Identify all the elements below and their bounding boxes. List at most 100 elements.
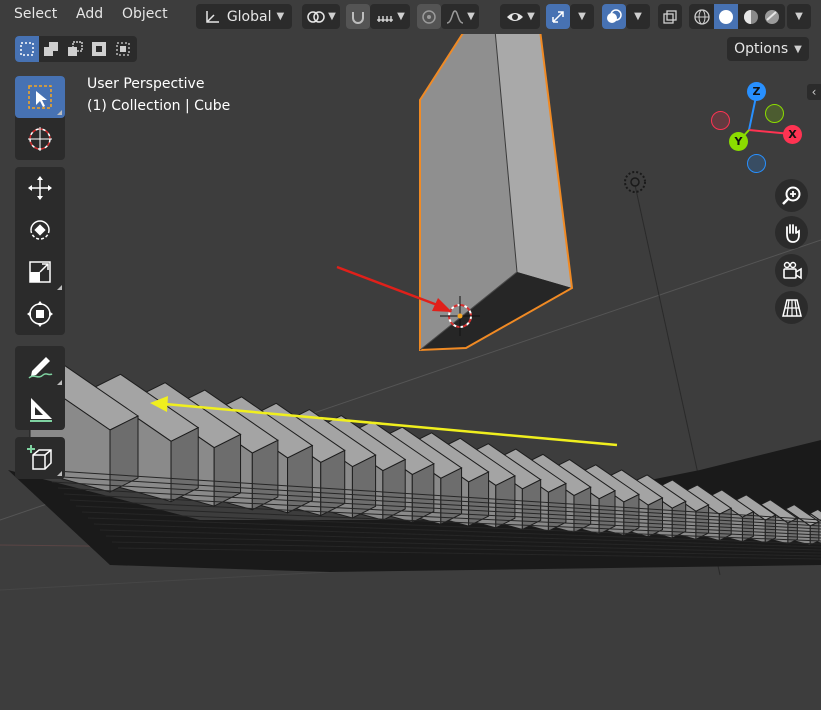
gizmo-x-axis[interactable]: X: [783, 125, 802, 144]
orthographic-toggle-button[interactable]: [775, 291, 808, 324]
domino-face: [573, 486, 592, 534]
select-new-icon: [20, 42, 34, 56]
snap-increment-icon: [377, 15, 394, 22]
solid-shading-icon: [719, 9, 734, 24]
overlays-icon: [607, 8, 622, 23]
chevron-down-icon: ▼: [328, 11, 336, 22]
transform-orientation-dropdown[interactable]: Global ▼: [196, 4, 292, 29]
xray-icon: [663, 9, 677, 24]
options-dropdown[interactable]: Options ▼: [727, 37, 809, 61]
select-extend-button[interactable]: [39, 36, 63, 62]
cursor-icon: [28, 127, 52, 151]
overlays-toggle[interactable]: [602, 4, 626, 29]
domino-face: [598, 490, 616, 535]
shading-mode-group: [689, 4, 785, 29]
proportional-editing-icon: [422, 9, 436, 24]
gizmo-toggle[interactable]: [546, 4, 570, 29]
gizmo-neg-y-axis[interactable]: [765, 104, 784, 123]
gizmo-icon: [552, 10, 564, 23]
measure-tool[interactable]: [15, 388, 65, 430]
select-new-button[interactable]: [15, 36, 39, 62]
domino-face: [287, 444, 313, 514]
chevron-down-icon: ▼: [397, 11, 405, 22]
overlays-dropdown[interactable]: ▼: [626, 4, 650, 29]
scale-icon: [29, 261, 51, 283]
select-subtract-button[interactable]: [63, 36, 87, 62]
cursor-tool[interactable]: [15, 118, 65, 160]
snap-toggle[interactable]: [346, 4, 370, 29]
snap-target-dropdown[interactable]: ▼: [370, 4, 410, 29]
select-intersect-button[interactable]: [111, 36, 135, 62]
orientation-axes-icon: [206, 10, 219, 23]
annotate-pencil-icon: [28, 357, 53, 379]
domino-face: [741, 510, 755, 543]
navigation-gizmo[interactable]: Z Y X: [705, 80, 805, 180]
select-box-icon: [28, 85, 52, 109]
falloff-dropdown[interactable]: ▼: [441, 4, 479, 29]
measure-ruler-icon: [30, 398, 52, 422]
move-icon: [28, 176, 52, 200]
shading-dropdown[interactable]: ▼: [787, 4, 811, 29]
gizmo-y-axis[interactable]: Y: [729, 132, 748, 151]
gizmo-neg-z-axis[interactable]: [747, 154, 766, 173]
options-label: Options: [734, 41, 789, 57]
chevron-down-icon: ▼: [634, 11, 642, 22]
rendered-shading-icon[interactable]: [763, 8, 781, 26]
eye-icon: [507, 12, 524, 21]
visibility-dropdown[interactable]: ▼: [500, 4, 540, 29]
chevron-down-icon: ▼: [527, 11, 535, 22]
domino-face: [320, 449, 346, 517]
selection-mode-group: [15, 36, 137, 62]
add-cube-tool[interactable]: [15, 437, 65, 479]
scale-tool[interactable]: [15, 251, 65, 293]
material-preview-icon[interactable]: [742, 8, 760, 26]
chevron-down-icon: ▼: [578, 11, 586, 22]
orientation-label: Global: [226, 8, 272, 25]
camera-icon: [782, 261, 802, 279]
chevron-down-icon: ▼: [795, 11, 803, 22]
rotate-icon: [30, 220, 50, 240]
camera-view-button[interactable]: [775, 254, 808, 287]
select-extend-icon: [44, 42, 58, 56]
pan-button[interactable]: [775, 216, 808, 249]
grid-perspective-icon: [781, 298, 802, 317]
gizmo-dropdown[interactable]: ▼: [570, 4, 594, 29]
selected-cube: [419, 29, 574, 352]
solid-shading-button[interactable]: [714, 4, 739, 29]
add-menu[interactable]: Add: [76, 6, 103, 22]
xray-toggle[interactable]: [658, 4, 682, 29]
falloff-curve-icon: [446, 9, 464, 24]
magnet-icon: [352, 11, 364, 24]
gizmo-neg-x-axis[interactable]: [711, 111, 730, 130]
chevron-down-icon: ▼: [467, 11, 475, 22]
transform-tool[interactable]: [15, 293, 65, 335]
toolbar-transform-group: [15, 167, 65, 335]
domino-face: [411, 462, 435, 524]
gizmo-z-axis[interactable]: Z: [747, 82, 766, 101]
rotate-tool[interactable]: [15, 209, 65, 251]
zoom-magnifier-icon: [781, 186, 800, 205]
3d-viewport[interactable]: Select Add Object Global ▼ ▼ ▼ ▼ ▼ ▼ ▼ ▼…: [0, 0, 821, 710]
move-tool[interactable]: [15, 167, 65, 209]
view-name-label: User Perspective: [87, 76, 205, 92]
pivot-point-dropdown[interactable]: ▼: [302, 4, 340, 29]
select-menu[interactable]: Select: [14, 6, 57, 22]
light-icon: [624, 171, 646, 193]
pivot-icon: [307, 10, 325, 23]
wireframe-shading-icon[interactable]: [693, 8, 711, 26]
select-invert-button[interactable]: [87, 36, 111, 62]
select-intersect-icon: [116, 42, 130, 56]
zoom-button[interactable]: [775, 179, 808, 212]
proportional-editing-toggle[interactable]: [417, 4, 441, 29]
transform-icon: [27, 301, 53, 327]
toolbar-annotate-group: [15, 346, 65, 430]
annotate-tool[interactable]: [15, 346, 65, 388]
select-box-tool[interactable]: [15, 76, 65, 118]
viewport-header: Select Add Object Global ▼ ▼ ▼ ▼ ▼ ▼ ▼ ▼: [0, 0, 821, 34]
chevron-down-icon: ▼: [794, 43, 802, 55]
chevron-down-icon: ▼: [276, 11, 285, 22]
chevron-left-icon: ‹: [811, 85, 817, 99]
sidebar-toggle[interactable]: ‹: [807, 84, 821, 100]
object-menu[interactable]: Object: [122, 6, 168, 22]
toolbar-add-group: [15, 437, 65, 479]
